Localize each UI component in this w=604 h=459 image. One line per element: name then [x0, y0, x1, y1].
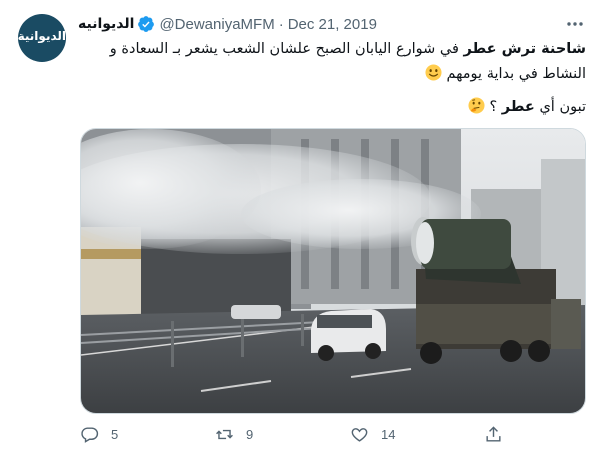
- share-button[interactable]: [484, 425, 503, 444]
- like-count: 14: [381, 427, 396, 442]
- tweet-question: تبون أي عطر ؟: [78, 95, 586, 119]
- slightly-smiling-face-icon: [425, 64, 442, 81]
- like-button[interactable]: 14: [350, 425, 395, 444]
- question-suffix: ؟: [489, 99, 502, 115]
- tweet-card[interactable]: الديوانية الديوانيه @DewaniyaMFM · Dec 2…: [0, 0, 604, 459]
- separator-dot: ·: [278, 15, 284, 33]
- reply-button[interactable]: 5: [80, 425, 118, 444]
- tweet-actions: 5 9 14: [80, 425, 510, 449]
- user-handle[interactable]: @DewaniyaMFM: [159, 16, 274, 33]
- thinking-face-icon: [468, 97, 485, 114]
- heart-icon: [351, 428, 368, 442]
- retweet-count: 9: [246, 427, 254, 442]
- avatar[interactable]: الديوانية: [18, 14, 66, 62]
- reply-icon: [81, 427, 99, 443]
- retweet-icon: [216, 429, 233, 440]
- perfume-spraying-truck-photo: [81, 129, 585, 413]
- tweet-date[interactable]: Dec 21, 2019: [288, 16, 377, 33]
- retweet-button[interactable]: 9: [215, 425, 253, 444]
- more-options-icon[interactable]: [564, 16, 586, 32]
- share-icon: [486, 426, 501, 442]
- display-name[interactable]: الديوانيه: [78, 16, 134, 32]
- tweet-text-bold: شاحنة ترش عطر: [463, 41, 587, 57]
- reply-count: 5: [111, 427, 119, 442]
- tweet-photo[interactable]: [80, 128, 586, 414]
- question-bold: عطر: [501, 99, 535, 115]
- tweet-text: شاحنة ترش عطر في شوارع اليابان الصبح علش…: [78, 37, 586, 87]
- avatar-logo-text: الديوانية: [18, 29, 66, 43]
- question-prefix: تبون أي: [534, 99, 586, 115]
- tweet-header: الديوانيه @DewaniyaMFM · Dec 21, 2019: [78, 13, 398, 35]
- verified-badge-icon: [138, 16, 155, 32]
